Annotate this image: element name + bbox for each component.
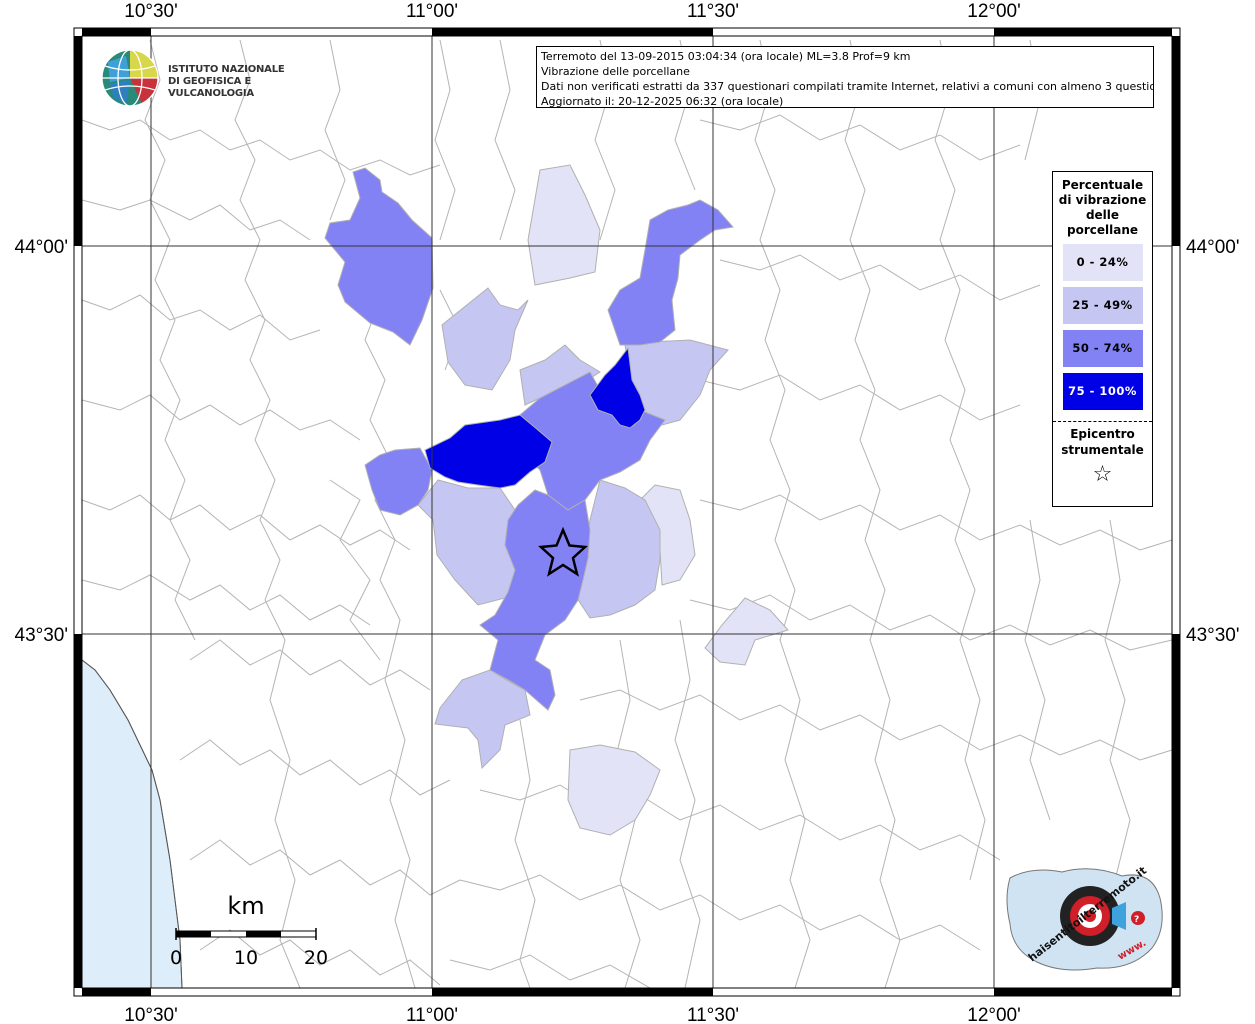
lon-label: 10°30' — [124, 1005, 178, 1024]
lon-label: 11°30' — [687, 1005, 739, 1024]
scale-label: 20 — [304, 947, 328, 969]
hst-logo: ? haisentitoilterremoto.it www. — [1002, 858, 1168, 976]
hst-logo-graphic: ? haisentitoilterremoto.it www. — [1006, 864, 1163, 971]
event-details: Terremoto del 13-09-2015 03:04:34 (ora l… — [541, 50, 911, 63]
epicenter-star-icon: ☆ — [1092, 462, 1113, 487]
scale-unit: km — [227, 892, 264, 920]
lat-labels-left: 44°00' 43°30' — [15, 237, 69, 646]
hst-icon-char: ? — [1134, 915, 1139, 925]
lon-labels-bottom: 10°30' 11°00' 11°30' 12°00' — [124, 1005, 1021, 1024]
ingv-logo: ISTITUTO NAZIONALE DI GEOFISICA E VULCAN… — [100, 48, 320, 108]
map-subject: Vibrazione delle porcellane — [541, 65, 690, 78]
lon-labels-top: 10°30' 11°00' 11°30' 12°00' — [124, 1, 1021, 22]
lon-label: 12°00' — [967, 1005, 1021, 1024]
legend-divider — [1053, 421, 1152, 422]
legend-epicenter-label: Epicentro strumentale — [1061, 427, 1144, 457]
lat-label: 43°30' — [1186, 625, 1240, 646]
lat-label: 43°30' — [15, 625, 69, 646]
ingv-name: ISTITUTO NAZIONALE DI GEOFISICA E VULCAN… — [168, 64, 285, 99]
legend-class-3: 75 - 100% — [1062, 373, 1143, 410]
lon-label: 11°00' — [406, 1005, 458, 1024]
event-info-box: Terremoto del 13-09-2015 03:04:34 (ora l… — [536, 46, 1154, 108]
legend: Percentuale di vibrazione delle porcella… — [1052, 171, 1153, 507]
lon-label: 11°00' — [406, 1, 458, 22]
lon-label: 12°00' — [967, 1, 1021, 22]
lat-label: 44°00' — [1186, 237, 1240, 258]
scale-label: 0 — [170, 947, 182, 969]
lon-label: 10°30' — [124, 1, 178, 22]
lon-label: 11°30' — [687, 1, 739, 22]
update-time: Aggiornato il: 20-12-2025 06:32 (ora loc… — [541, 95, 784, 108]
lat-label: 44°00' — [15, 237, 69, 258]
data-note: Dati non verificati estratti da 337 ques… — [541, 80, 1154, 93]
legend-items: 0 - 24% 25 - 49% 50 - 74% 75 - 100% — [1053, 244, 1152, 410]
scale-label: 10 — [234, 947, 258, 969]
legend-class-0: 0 - 24% — [1062, 244, 1143, 281]
lat-labels-right: 44°00' 43°30' — [1186, 237, 1240, 646]
legend-class-1: 25 - 49% — [1062, 287, 1143, 324]
legend-title: Percentuale di vibrazione delle porcella… — [1058, 178, 1147, 237]
legend-class-2: 50 - 74% — [1062, 330, 1143, 367]
globe-icon — [101, 49, 159, 107]
